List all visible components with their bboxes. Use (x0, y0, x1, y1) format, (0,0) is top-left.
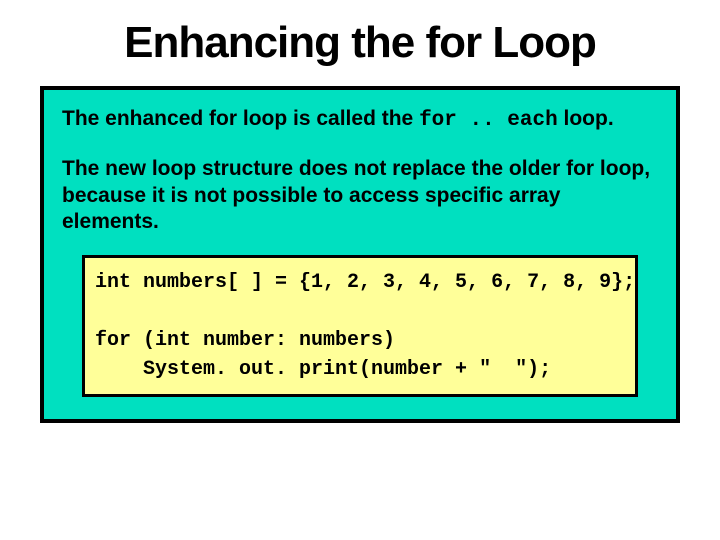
slide: Enhancing the for Loop The enhanced for … (0, 0, 720, 540)
code-example: int numbers[ ] = {1, 2, 3, 4, 5, 6, 7, 8… (82, 255, 638, 397)
para1-text-b: loop. (558, 107, 614, 130)
slide-title: Enhancing the for Loop (40, 18, 680, 68)
keyword-for-each: for .. each (419, 109, 558, 132)
para1-text-a: The enhanced for loop is called the (62, 107, 419, 130)
paragraph-1: The enhanced for loop is called the for … (62, 106, 658, 134)
content-panel: The enhanced for loop is called the for … (40, 86, 680, 423)
paragraph-2: The new loop structure does not replace … (62, 156, 658, 235)
